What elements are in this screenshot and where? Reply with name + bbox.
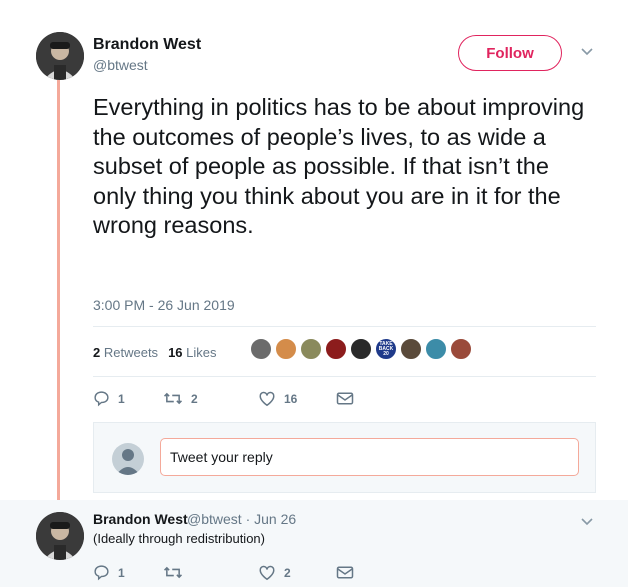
reply-action[interactable]: 1 (93, 390, 163, 407)
tweet-actions: 1 2 16 (93, 390, 354, 407)
reply-icon (94, 391, 109, 407)
retweet-icon (163, 566, 183, 579)
retweets-stat[interactable]: 2 Retweets (93, 345, 158, 360)
tweet-text: Everything in politics has to be about i… (93, 94, 585, 238)
follow-button[interactable]: Follow (458, 35, 562, 71)
likers-avatar-list: TAKE BACK 20 (250, 338, 475, 360)
chevron-down-icon[interactable] (580, 514, 594, 530)
reply-input[interactable]: Tweet your reply (160, 438, 579, 476)
like-count: 2 (284, 565, 291, 580)
reply-tweet-actions: 1 2 (93, 564, 354, 581)
reply-count: 1 (118, 391, 125, 406)
tweet-stats: 2 Retweets 16 Likes (93, 340, 227, 364)
liker-avatar-1[interactable] (250, 338, 272, 360)
heart-icon (259, 565, 275, 581)
liker-avatar-3[interactable] (300, 338, 322, 360)
direct-message-action[interactable] (336, 565, 354, 580)
divider (93, 326, 596, 327)
reply-count: 1 (118, 565, 125, 580)
liker-avatar-6[interactable]: TAKE BACK 20 (375, 338, 397, 360)
like-count: 16 (284, 391, 298, 406)
retweet-icon (163, 392, 183, 405)
envelope-icon (336, 392, 354, 405)
retweets-count: 2 (93, 344, 101, 360)
likes-label: Likes (186, 344, 217, 360)
like-action[interactable]: 16 (258, 390, 336, 407)
heart-icon (259, 391, 275, 407)
reply-author-name[interactable]: Brandon West (93, 511, 188, 527)
liker-avatar-9[interactable] (450, 338, 472, 360)
reply-input-placeholder: Tweet your reply (170, 449, 273, 465)
reply-tweet-text: (Ideally through redistribution) (93, 531, 265, 546)
like-action[interactable]: 2 (258, 564, 336, 581)
reply-author-avatar[interactable] (36, 512, 84, 560)
current-user-avatar (112, 443, 144, 475)
divider (93, 376, 596, 377)
reply-action[interactable]: 1 (93, 564, 163, 581)
retweet-count: 2 (191, 391, 198, 406)
liker-avatar-4[interactable] (325, 338, 347, 360)
reply-composer: Tweet your reply (93, 422, 596, 493)
author-avatar[interactable] (36, 32, 84, 80)
author-name[interactable]: Brandon West (93, 36, 201, 54)
reply-icon (94, 565, 109, 581)
author-handle[interactable]: @btwest (93, 57, 148, 73)
likes-stat[interactable]: 16 Likes (168, 345, 216, 360)
thread-connector-line (57, 80, 60, 510)
liker-avatar-5[interactable] (350, 338, 372, 360)
liker-avatar-8[interactable] (425, 338, 447, 360)
envelope-icon (336, 566, 354, 579)
reply-author-handle[interactable]: @btwest · Jun 26 (187, 511, 296, 527)
likes-count: 16 (168, 344, 183, 360)
tweet-timestamp[interactable]: 3:00 PM - 26 Jun 2019 (93, 297, 235, 313)
chevron-down-icon[interactable] (580, 44, 594, 60)
retweets-label: Retweets (103, 344, 159, 360)
retweet-action[interactable] (163, 564, 258, 581)
liker-avatar-7[interactable] (400, 338, 422, 360)
liker-avatar-2[interactable] (275, 338, 297, 360)
retweet-action[interactable]: 2 (163, 390, 258, 407)
direct-message-action[interactable] (336, 391, 354, 406)
